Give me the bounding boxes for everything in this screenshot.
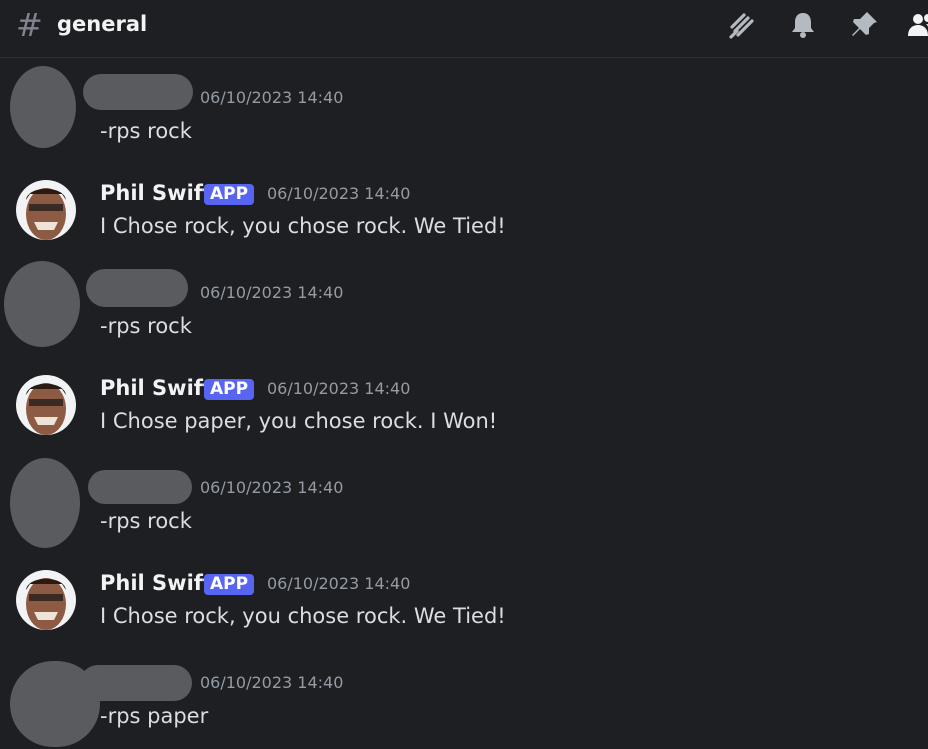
message-timestamp: 06/10/2023 14:40 (200, 673, 344, 692)
message-text: -rps paper (100, 704, 209, 728)
pin-icon[interactable] (849, 10, 879, 40)
redacted-avatar (10, 458, 80, 548)
channel-hash-icon: # (16, 6, 43, 44)
message-author[interactable]: Phil Swift (100, 180, 213, 206)
message-text: -rps rock (100, 314, 192, 338)
avatar[interactable] (16, 570, 76, 630)
channel-header: # general (0, 0, 928, 58)
message: 06/10/2023 14:40 -rps paper (0, 659, 928, 747)
redacted-username (80, 665, 192, 701)
avatar[interactable] (16, 375, 76, 435)
member-list-icon[interactable] (906, 10, 928, 40)
message: 06/10/2023 14:40 -rps rock (0, 66, 928, 154)
redacted-username (83, 74, 193, 110)
message: 06/10/2023 14:40 -rps rock (0, 458, 928, 548)
message-author[interactable]: Phil Swift (100, 375, 213, 401)
redacted-avatar (10, 66, 76, 148)
redacted-username (88, 470, 192, 504)
message-text: I Chose rock, you chose rock. We Tied! (100, 604, 506, 628)
message-timestamp: 06/10/2023 14:40 (267, 379, 411, 398)
redacted-username (86, 269, 188, 307)
message-text: I Chose paper, you chose rock. I Won! (100, 409, 498, 433)
message-text: I Chose rock, you chose rock. We Tied! (100, 214, 506, 238)
threads-icon[interactable] (727, 10, 757, 40)
app-badge: APP (204, 184, 255, 205)
redacted-avatar (4, 261, 80, 347)
message-timestamp: 06/10/2023 14:40 (200, 88, 344, 107)
message-timestamp: 06/10/2023 14:40 (267, 574, 411, 593)
avatar[interactable] (16, 180, 76, 240)
message: Phil Swift APP 06/10/2023 14:40 I Chose … (0, 570, 928, 650)
message-timestamp: 06/10/2023 14:40 (200, 478, 344, 497)
message: 06/10/2023 14:40 -rps rock (0, 261, 928, 349)
message-timestamp: 06/10/2023 14:40 (200, 283, 344, 302)
message: Phil Swift APP 06/10/2023 14:40 I Chose … (0, 375, 928, 455)
app-badge: APP (204, 574, 255, 595)
channel-name: general (57, 12, 148, 36)
message-text: -rps rock (100, 509, 192, 533)
notification-bell-icon[interactable] (788, 10, 818, 40)
app-badge: APP (204, 379, 255, 400)
message: Phil Swift APP 06/10/2023 14:40 I Chose … (0, 180, 928, 260)
message-text: -rps rock (100, 119, 192, 143)
message-author[interactable]: Phil Swift (100, 570, 213, 596)
message-timestamp: 06/10/2023 14:40 (267, 184, 411, 203)
